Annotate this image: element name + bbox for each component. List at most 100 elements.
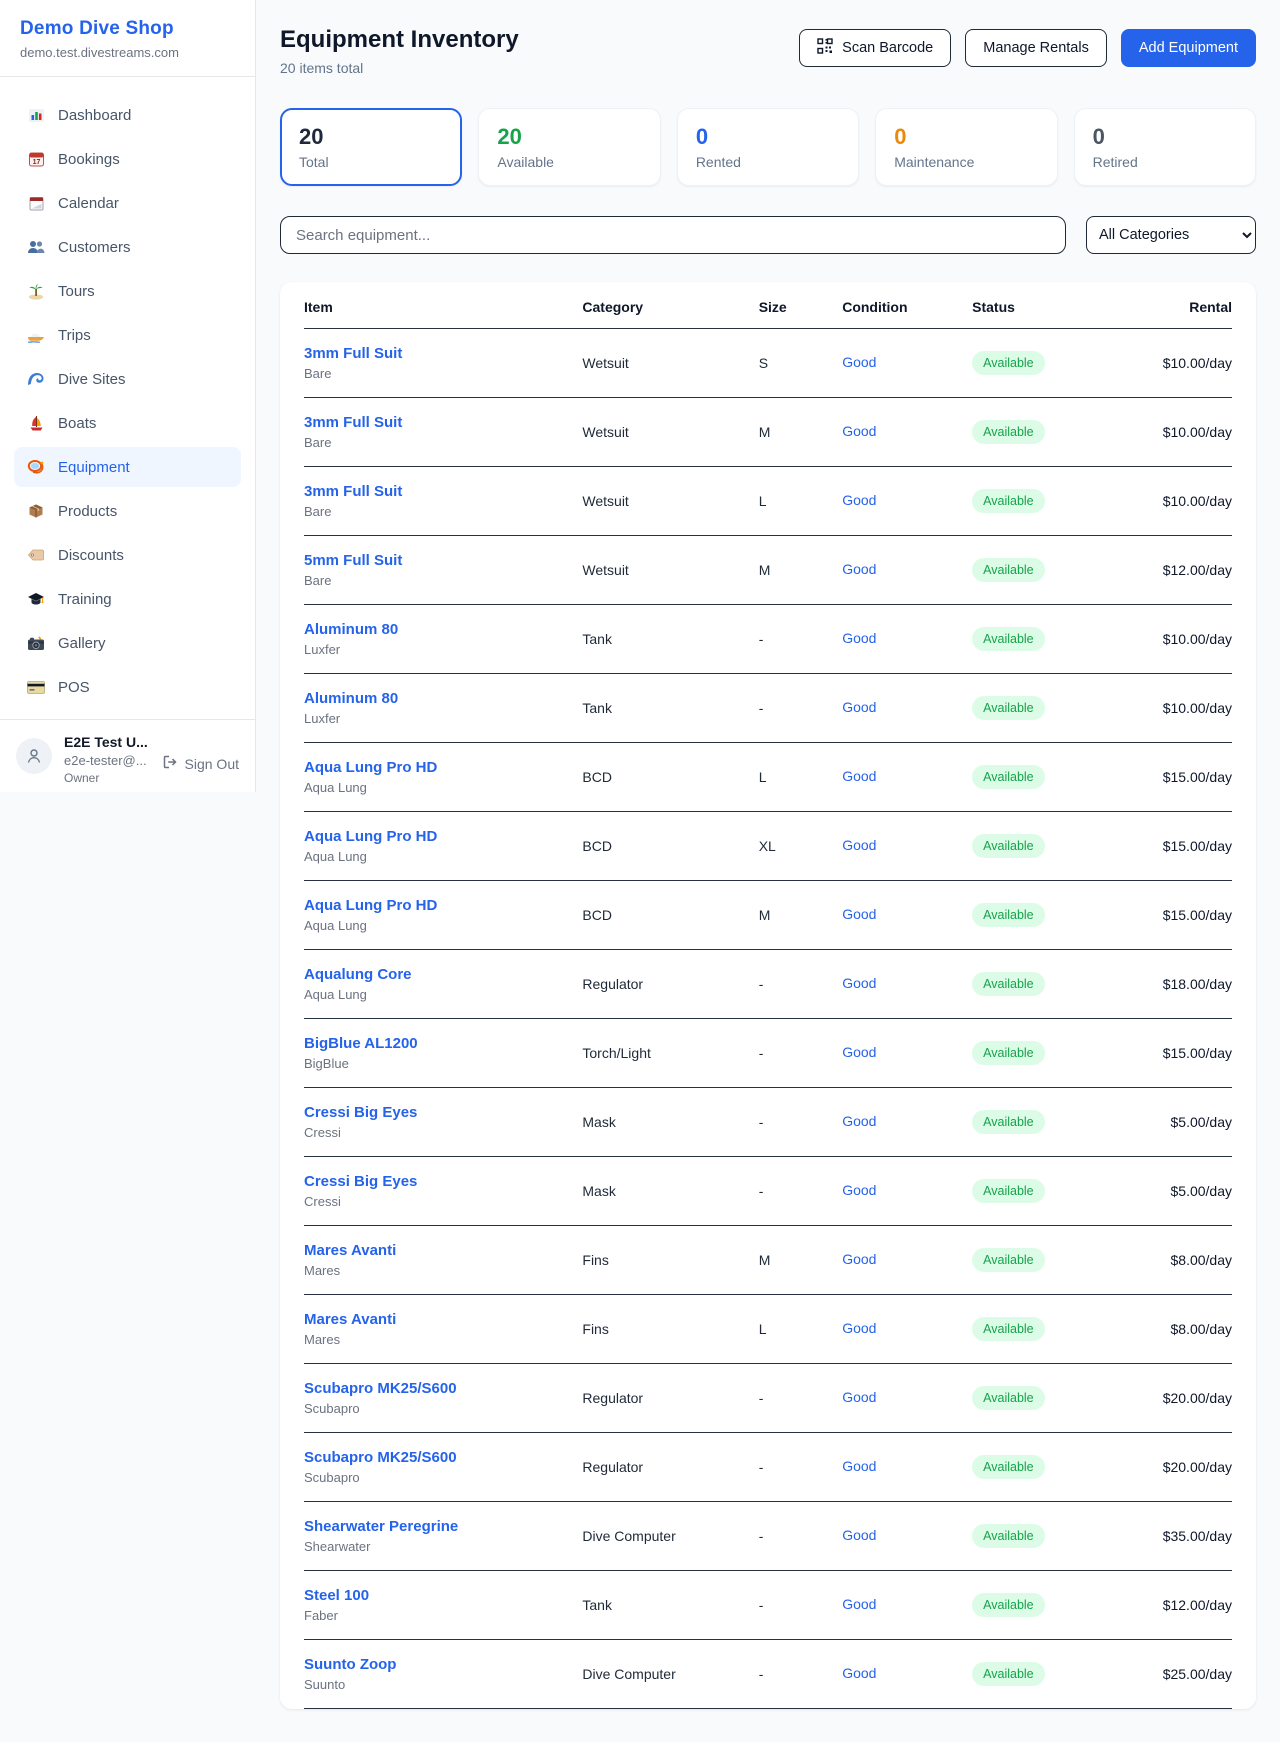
item-link[interactable]: Aqua Lung Pro HD [304,759,582,776]
item-link[interactable]: Steel 100 [304,1587,582,1604]
item-link[interactable]: Scubapro MK25/S600 [304,1449,582,1466]
condition-link[interactable]: Good [842,1458,876,1474]
item-link[interactable]: Aqua Lung Pro HD [304,828,582,845]
item-size: - [759,1088,843,1157]
item-category: Dive Computer [582,1640,758,1709]
condition-link[interactable]: Good [842,1251,876,1267]
item-brand: Cressi [304,1194,582,1209]
sidebar-item-boats[interactable]: Boats [14,403,241,443]
item-link[interactable]: Shearwater Peregrine [304,1518,582,1535]
scan-barcode-button[interactable]: Scan Barcode [799,29,951,67]
item-rental: $10.00/day [1139,329,1232,398]
main-content: Equipment Inventory 20 items total Scan … [256,0,1280,1721]
sign-out-button[interactable]: Sign Out [162,754,239,773]
condition-link[interactable]: Good [842,906,876,922]
item-category: Fins [582,1295,758,1364]
condition-link[interactable]: Good [842,1389,876,1405]
stat-card-maintenance[interactable]: 0 Maintenance [875,108,1057,186]
status-badge: Available [972,420,1045,444]
condition-link[interactable]: Good [842,423,876,439]
sidebar-item-bookings[interactable]: 17 Bookings [14,139,241,179]
item-link[interactable]: Cressi Big Eyes [304,1104,582,1121]
status-badge: Available [972,1662,1045,1686]
search-input[interactable] [280,216,1066,254]
condition-link[interactable]: Good [842,1044,876,1060]
item-brand: Bare [304,504,582,519]
item-link[interactable]: Aluminum 80 [304,621,582,638]
sidebar-item-calendar[interactable]: Calendar [14,183,241,223]
sidebar-item-gallery[interactable]: Gallery [14,623,241,663]
table-row: Scubapro MK25/S600 Scubapro Regulator - … [304,1364,1232,1433]
status-badge: Available [972,972,1045,996]
item-link[interactable]: Aqua Lung Pro HD [304,897,582,914]
item-link[interactable]: Aqualung Core [304,966,582,983]
sidebar-item-dive-sites[interactable]: Dive Sites [14,359,241,399]
avatar [16,738,52,774]
sidebar-item-equipment[interactable]: Equipment [14,447,241,487]
sidebar-item-discounts[interactable]: Discounts [14,535,241,575]
condition-link[interactable]: Good [842,699,876,715]
stat-label-maintenance: Maintenance [894,154,1038,170]
table-row: BigBlue AL1200 BigBlue Torch/Light - Goo… [304,1019,1232,1088]
item-rental: $35.00/day [1139,1502,1232,1571]
item-link[interactable]: Aluminum 80 [304,690,582,707]
item-brand: BigBlue [304,1056,582,1071]
condition-link[interactable]: Good [842,975,876,991]
item-link[interactable]: 5mm Full Suit [304,552,582,569]
item-category: Regulator [582,950,758,1019]
sidebar-item-training[interactable]: Training [14,579,241,619]
item-category: Wetsuit [582,467,758,536]
status-badge: Available [972,1455,1045,1479]
stat-card-total[interactable]: 20 Total [280,108,462,186]
item-link[interactable]: Mares Avanti [304,1311,582,1328]
column-header-rental: Rental [1139,282,1232,329]
item-link[interactable]: Mares Avanti [304,1242,582,1259]
dive-sites-icon [26,370,46,388]
condition-link[interactable]: Good [842,1596,876,1612]
item-link[interactable]: Suunto Zoop [304,1656,582,1673]
condition-link[interactable]: Good [842,1182,876,1198]
condition-link[interactable]: Good [842,630,876,646]
column-header-condition: Condition [842,282,972,329]
item-size: - [759,1157,843,1226]
sidebar-item-trips[interactable]: Trips [14,315,241,355]
sidebar-item-pos[interactable]: POS [14,667,241,707]
condition-link[interactable]: Good [842,492,876,508]
stat-card-available[interactable]: 20 Available [478,108,660,186]
brand-block: Demo Dive Shop demo.test.divestreams.com [0,0,255,77]
condition-link[interactable]: Good [842,354,876,370]
sidebar-item-tours[interactable]: Tours [14,271,241,311]
item-link[interactable]: 3mm Full Suit [304,345,582,362]
trips-icon [26,326,46,344]
gallery-icon [26,634,46,652]
item-link[interactable]: 3mm Full Suit [304,483,582,500]
add-equipment-button[interactable]: Add Equipment [1121,29,1256,67]
column-header-status: Status [972,282,1139,329]
manage-rentals-button[interactable]: Manage Rentals [965,29,1107,67]
brand-title[interactable]: Demo Dive Shop [20,18,235,40]
status-badge: Available [972,1386,1045,1410]
condition-link[interactable]: Good [842,561,876,577]
condition-link[interactable]: Good [842,768,876,784]
item-brand: Cressi [304,1125,582,1140]
sidebar-item-customers[interactable]: Customers [14,227,241,267]
sidebar-item-products[interactable]: Products [14,491,241,531]
user-box: E2E Test U... e2e-tester@... Owner Sign … [0,719,255,801]
condition-link[interactable]: Good [842,1320,876,1336]
item-link[interactable]: 3mm Full Suit [304,414,582,431]
item-link[interactable]: BigBlue AL1200 [304,1035,582,1052]
condition-link[interactable]: Good [842,837,876,853]
item-link[interactable]: Scubapro MK25/S600 [304,1380,582,1397]
category-filter[interactable]: All Categories [1086,216,1256,254]
condition-link[interactable]: Good [842,1113,876,1129]
item-link[interactable]: Cressi Big Eyes [304,1173,582,1190]
stat-card-retired[interactable]: 0 Retired [1074,108,1256,186]
condition-link[interactable]: Good [842,1665,876,1681]
item-brand: Bare [304,573,582,588]
stat-card-rented[interactable]: 0 Rented [677,108,859,186]
status-badge: Available [972,696,1045,720]
status-badge: Available [972,903,1045,927]
condition-link[interactable]: Good [842,1527,876,1543]
sidebar-item-dashboard[interactable]: Dashboard [14,95,241,135]
table-row: Scubapro MK25/S600 Scubapro Regulator - … [304,1433,1232,1502]
